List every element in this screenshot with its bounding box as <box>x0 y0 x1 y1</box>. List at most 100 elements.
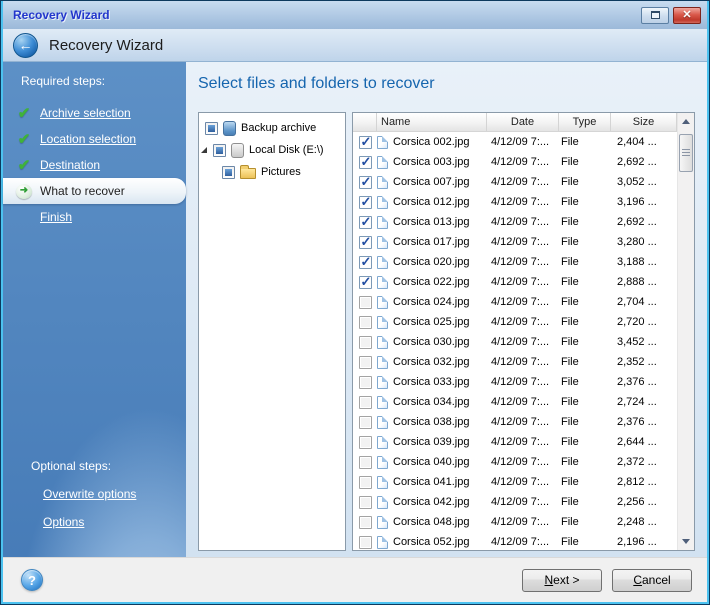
file-type: File <box>559 136 611 148</box>
file-date: 4/12/09 7:... <box>487 236 559 248</box>
file-icon <box>377 236 388 249</box>
table-row[interactable]: Corsica 024.jpg4/12/09 7:...File2,704 ..… <box>353 292 677 312</box>
row-checkbox[interactable] <box>359 376 372 389</box>
scrollbar-thumb[interactable] <box>679 134 693 172</box>
row-checkbox[interactable] <box>359 336 372 349</box>
file-date: 4/12/09 7:... <box>487 476 559 488</box>
file-icon <box>377 196 388 209</box>
row-checkbox-cell <box>353 236 377 249</box>
column-header-checkbox[interactable] <box>353 113 377 131</box>
file-type: File <box>559 496 611 508</box>
next-button[interactable]: Next > <box>522 569 602 592</box>
tree-checkbox-local-disk[interactable] <box>213 144 226 157</box>
sidebar-step-location-selection[interactable]: ✔Location selection <box>3 126 186 152</box>
row-checkbox[interactable] <box>359 416 372 429</box>
file-size: 2,724 ... <box>611 396 677 408</box>
close-window-button[interactable]: ✕ <box>673 7 701 24</box>
column-header-date[interactable]: Date <box>487 113 559 131</box>
sidebar-step-finish[interactable]: Finish <box>3 204 186 230</box>
file-icon <box>377 156 388 169</box>
row-checkbox[interactable] <box>359 396 372 409</box>
row-checkbox[interactable] <box>359 516 372 529</box>
table-row[interactable]: Corsica 034.jpg4/12/09 7:...File2,724 ..… <box>353 392 677 412</box>
table-row[interactable]: Corsica 012.jpg4/12/09 7:...File3,196 ..… <box>353 192 677 212</box>
cancel-button[interactable]: Cancel <box>612 569 692 592</box>
titlebar[interactable]: Recovery Wizard ✕ <box>3 1 707 29</box>
file-name: Corsica 052.jpg <box>393 536 469 548</box>
row-checkbox[interactable] <box>359 356 372 369</box>
row-checkbox[interactable] <box>359 136 372 149</box>
wizard-body: Required steps: ✔Archive selection✔Locat… <box>3 62 707 557</box>
file-size: 2,644 ... <box>611 436 677 448</box>
row-checkbox[interactable] <box>359 276 372 289</box>
back-button[interactable]: ← <box>13 33 38 58</box>
file-name-cell: Corsica 002.jpg <box>377 136 487 149</box>
file-date: 4/12/09 7:... <box>487 176 559 188</box>
row-checkbox[interactable] <box>359 536 372 549</box>
sidebar-link-overwrite-options[interactable]: Overwrite options <box>43 487 186 501</box>
table-row[interactable]: Corsica 007.jpg4/12/09 7:...File3,052 ..… <box>353 172 677 192</box>
tree-checkbox-pictures[interactable] <box>222 166 235 179</box>
row-checkbox[interactable] <box>359 316 372 329</box>
table-row[interactable]: Corsica 041.jpg4/12/09 7:...File2,812 ..… <box>353 472 677 492</box>
tree-item-local-disk[interactable]: Local Disk (E:\) <box>199 139 345 161</box>
table-row[interactable]: Corsica 032.jpg4/12/09 7:...File2,352 ..… <box>353 352 677 372</box>
table-row[interactable]: Corsica 022.jpg4/12/09 7:...File2,888 ..… <box>353 272 677 292</box>
green-check-icon: ✔ <box>16 158 32 173</box>
table-row[interactable]: Corsica 025.jpg4/12/09 7:...File2,720 ..… <box>353 312 677 332</box>
sidebar-step-what-to-recover[interactable]: ➜What to recover <box>3 178 186 204</box>
tree-item-backup-archive[interactable]: Backup archive <box>199 117 345 139</box>
column-header-size[interactable]: Size <box>611 113 677 131</box>
file-size: 2,376 ... <box>611 376 677 388</box>
file-type: File <box>559 176 611 188</box>
file-size: 2,196 ... <box>611 536 677 548</box>
sidebar-step-archive-selection[interactable]: ✔Archive selection <box>3 100 186 126</box>
row-checkbox[interactable] <box>359 436 372 449</box>
file-name-cell: Corsica 030.jpg <box>377 336 487 349</box>
file-size: 2,404 ... <box>611 136 677 148</box>
row-checkbox[interactable] <box>359 476 372 489</box>
row-checkbox[interactable] <box>359 236 372 249</box>
tree-expander-icon[interactable] <box>201 147 207 153</box>
row-checkbox[interactable] <box>359 216 372 229</box>
tree-item-pictures[interactable]: Pictures <box>199 161 345 183</box>
file-type: File <box>559 476 611 488</box>
table-row[interactable]: Corsica 033.jpg4/12/09 7:...File2,376 ..… <box>353 372 677 392</box>
table-row[interactable]: Corsica 017.jpg4/12/09 7:...File3,280 ..… <box>353 232 677 252</box>
row-checkbox[interactable] <box>359 456 372 469</box>
table-row[interactable]: Corsica 002.jpg4/12/09 7:...File2,404 ..… <box>353 132 677 152</box>
table-row[interactable]: Corsica 048.jpg4/12/09 7:...File2,248 ..… <box>353 512 677 532</box>
sidebar-step-destination[interactable]: ✔Destination <box>3 152 186 178</box>
scroll-up-button[interactable] <box>678 113 694 130</box>
row-checkbox[interactable] <box>359 176 372 189</box>
table-row[interactable]: Corsica 038.jpg4/12/09 7:...File2,376 ..… <box>353 412 677 432</box>
column-header-type[interactable]: Type <box>559 113 611 131</box>
vertical-scrollbar[interactable] <box>677 113 694 550</box>
file-size: 3,188 ... <box>611 256 677 268</box>
table-row[interactable]: Corsica 040.jpg4/12/09 7:...File2,372 ..… <box>353 452 677 472</box>
file-type: File <box>559 316 611 328</box>
row-checkbox-cell <box>353 296 377 309</box>
row-checkbox[interactable] <box>359 496 372 509</box>
table-row[interactable]: Corsica 030.jpg4/12/09 7:...File3,452 ..… <box>353 332 677 352</box>
sidebar-link-options[interactable]: Options <box>43 515 186 529</box>
table-row[interactable]: Corsica 042.jpg4/12/09 7:...File2,256 ..… <box>353 492 677 512</box>
window-title: Recovery Wizard <box>13 8 637 22</box>
file-name-cell: Corsica 033.jpg <box>377 376 487 389</box>
table-row[interactable]: Corsica 052.jpg4/12/09 7:...File2,196 ..… <box>353 532 677 550</box>
row-checkbox[interactable] <box>359 156 372 169</box>
table-row[interactable]: Corsica 039.jpg4/12/09 7:...File2,644 ..… <box>353 432 677 452</box>
scroll-down-button[interactable] <box>678 533 694 550</box>
row-checkbox[interactable] <box>359 196 372 209</box>
restore-window-button[interactable] <box>641 7 669 24</box>
table-row[interactable]: Corsica 020.jpg4/12/09 7:...File3,188 ..… <box>353 252 677 272</box>
step-label: Location selection <box>40 132 136 146</box>
table-row[interactable]: Corsica 013.jpg4/12/09 7:...File2,692 ..… <box>353 212 677 232</box>
table-row[interactable]: Corsica 003.jpg4/12/09 7:...File2,692 ..… <box>353 152 677 172</box>
column-header-name[interactable]: Name <box>377 113 487 131</box>
row-checkbox[interactable] <box>359 256 372 269</box>
file-name-cell: Corsica 017.jpg <box>377 236 487 249</box>
tree-checkbox-backup-archive[interactable] <box>205 122 218 135</box>
row-checkbox[interactable] <box>359 296 372 309</box>
help-button[interactable]: ? <box>21 569 43 591</box>
